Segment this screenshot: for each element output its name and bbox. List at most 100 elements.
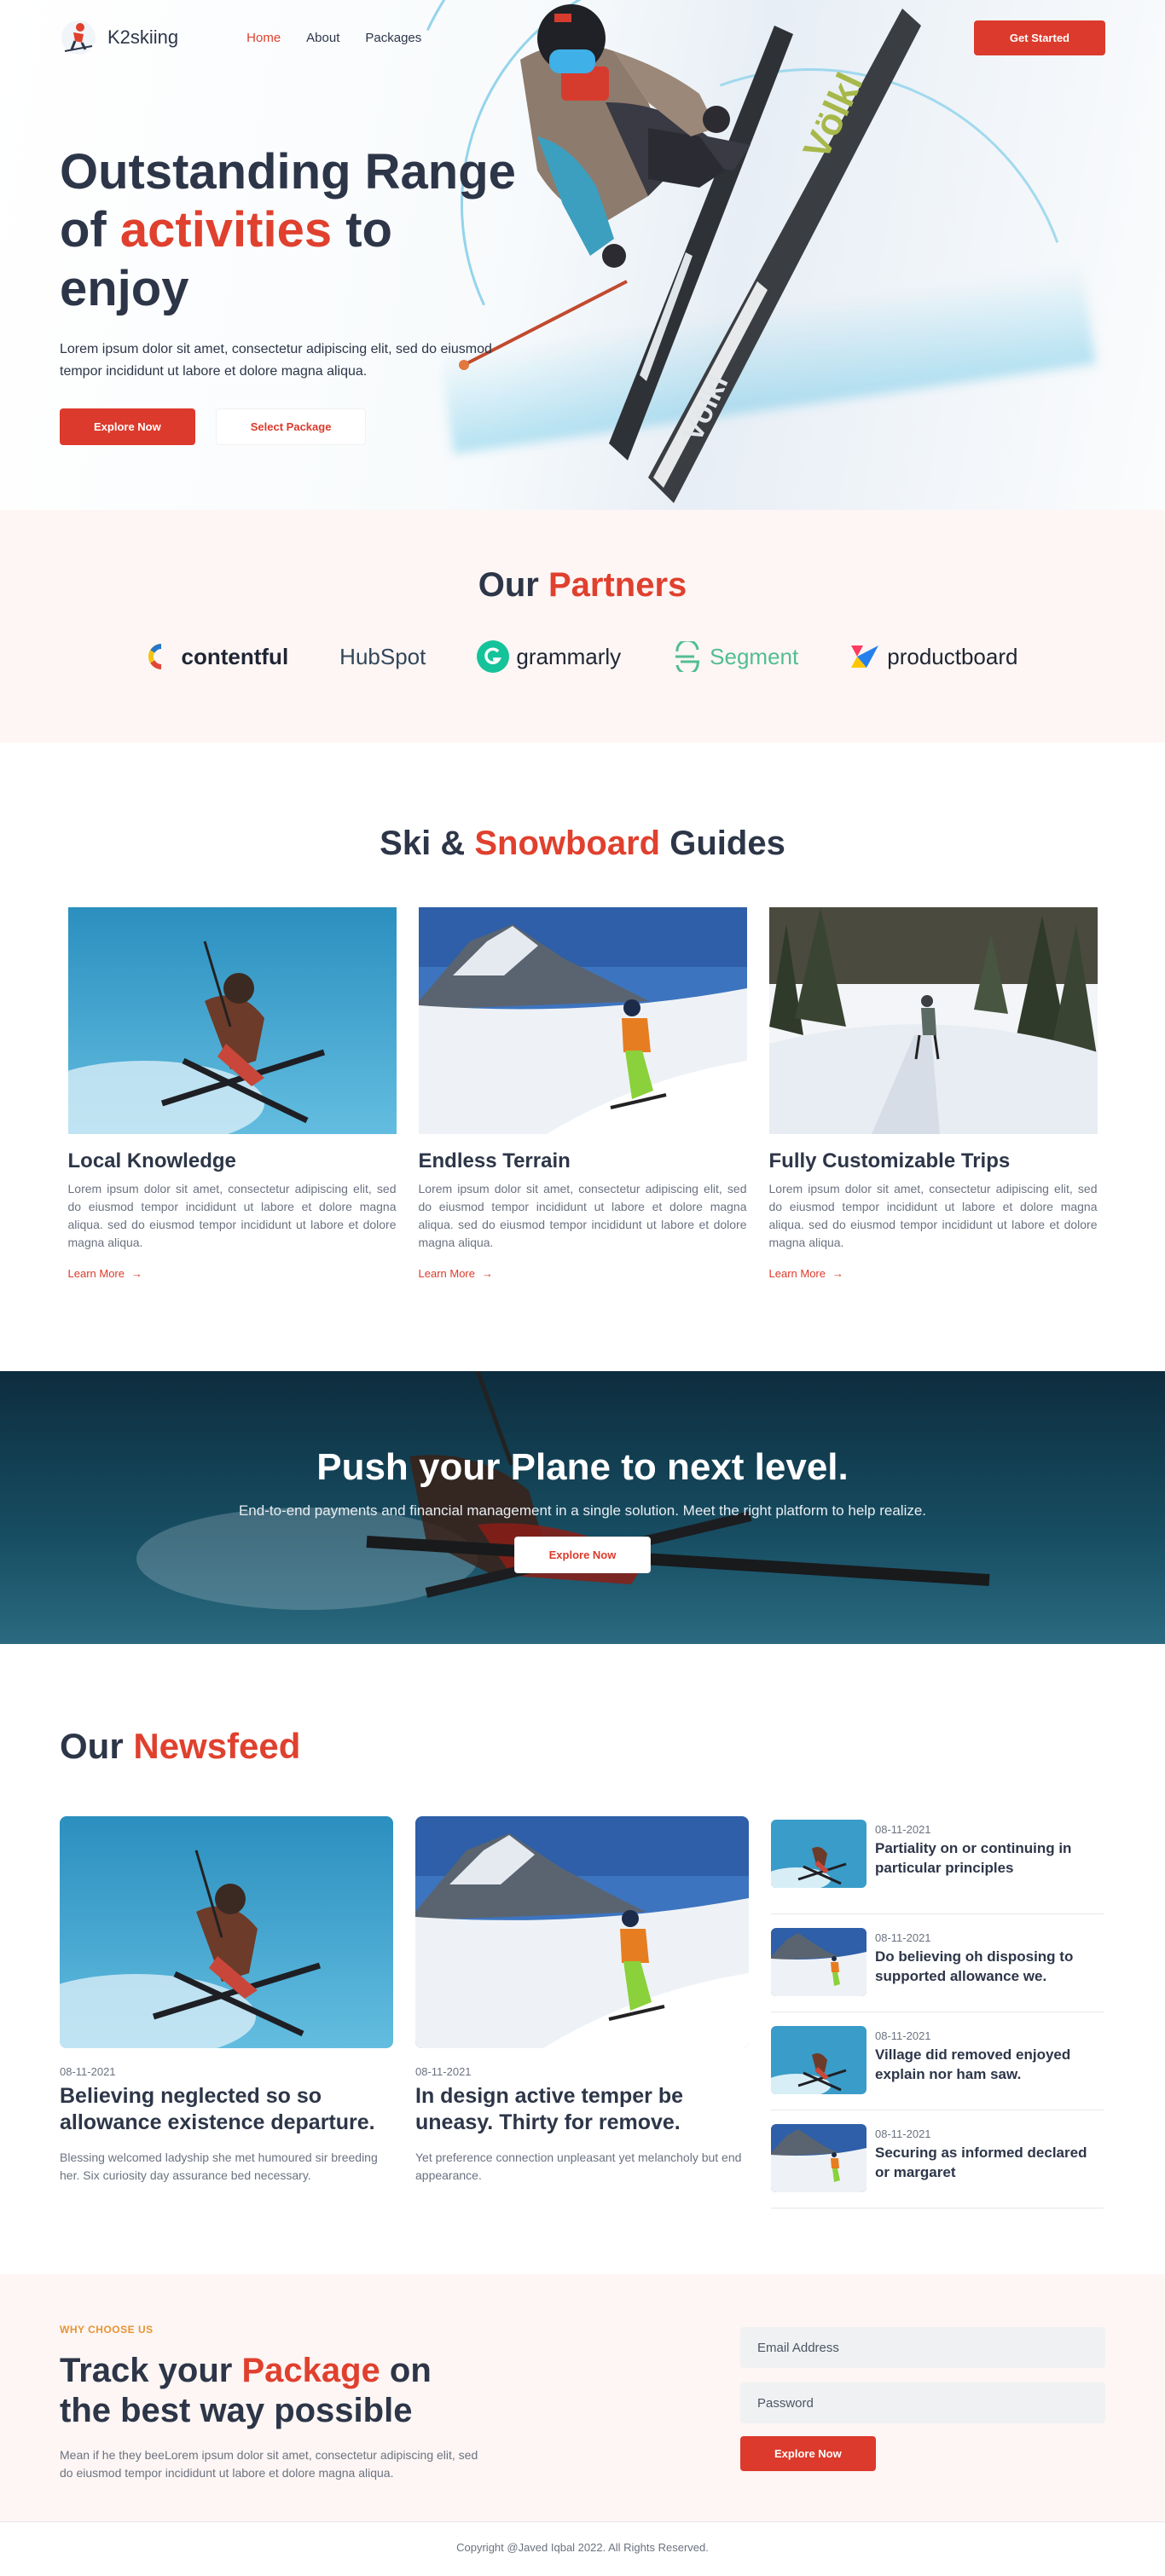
grammarly-logo-icon — [477, 640, 510, 673]
news-side-text: 08-11-2021 Securing as informed declared… — [875, 2124, 1104, 2199]
news-side-thumb — [771, 2026, 867, 2094]
guide-image-forest — [768, 907, 1098, 1134]
track-package-section: WHY CHOOSE US Track your Package on the b… — [0, 2274, 1165, 2521]
learn-more-label: Learn More — [768, 1267, 826, 1280]
partner-name: productboard — [887, 643, 1018, 669]
productboard-logo-icon — [851, 645, 879, 668]
learn-more-link[interactable]: Learn More → — [68, 1267, 142, 1280]
partner-logos: contentful HubSpot grammarly Segment pro… — [0, 640, 1165, 673]
guide-card: Fully Customizable Trips Lorem ipsum dol… — [768, 907, 1098, 1282]
cta-explore-button[interactable]: Explore Now — [513, 1537, 652, 1573]
skier-body — [520, 44, 751, 268]
partner-grammarly[interactable]: grammarly — [477, 640, 621, 673]
track-copy: WHY CHOOSE US Track your Package on the b… — [60, 2324, 486, 2521]
arrow-right-icon: → — [832, 1267, 843, 1280]
news-side-thumb — [771, 1820, 867, 1888]
newsfeed-title: Our Newsfeed — [60, 1726, 1105, 1767]
news-image — [415, 1816, 749, 2048]
guide-cards: Local Knowledge Lorem ipsum dolor sit am… — [0, 907, 1165, 1282]
hero-title-line3: enjoy — [60, 260, 189, 316]
news-side-item[interactable]: 08-11-2021 Do believing oh disposing to … — [771, 1914, 1104, 2012]
track-form: Explore Now — [740, 2327, 1105, 2521]
news-side-text: 08-11-2021 Village did removed enjoyed e… — [875, 2026, 1104, 2101]
brand-name: K2skiing — [107, 26, 179, 48]
news-side-text: 08-11-2021 Do believing oh disposing to … — [875, 1928, 1104, 2003]
newsfeed-section: Our Newsfeed 08-11-2021 Believing neglec… — [0, 1644, 1165, 2274]
news-side-date: 08-11-2021 — [875, 1823, 931, 1836]
cta-content: Push your Plane to next level. End-to-en… — [0, 1371, 1165, 1573]
learn-more-link[interactable]: Learn More → — [419, 1267, 493, 1280]
partner-name: Segment — [710, 643, 799, 669]
news-date: 08-11-2021 — [415, 2065, 472, 2078]
news-side-date: 08-11-2021 — [875, 1931, 931, 1944]
news-side-date: 08-11-2021 — [875, 2029, 931, 2042]
get-started-button[interactable]: Get Started — [973, 20, 1105, 55]
brand-logo[interactable]: K2skiing — [60, 19, 178, 56]
news-side-thumb — [771, 1928, 867, 1996]
news-side-item[interactable]: 08-11-2021 Village did removed enjoyed e… — [771, 2012, 1104, 2110]
partner-hubspot[interactable]: HubSpot — [339, 644, 426, 670]
nav-about-link[interactable]: About — [306, 31, 339, 45]
contentful-logo-icon — [148, 644, 161, 669]
svg-text:Völkl: Völkl — [676, 370, 735, 447]
guides-title: Ski & Snowboard Guides — [0, 825, 1165, 863]
segment-logo-icon — [675, 641, 700, 672]
partner-segment[interactable]: Segment — [672, 641, 798, 672]
news-row: 08-11-2021 Believing neglected so so all… — [60, 1816, 1105, 2208]
cta-text: End-to-end payments and financial manage… — [238, 1502, 927, 1519]
explore-now-button[interactable]: Explore Now — [60, 408, 195, 445]
news-side-title: Village did removed enjoyed explain nor … — [875, 2046, 1071, 2082]
news-side-list: 08-11-2021 Partiality on or continuing i… — [771, 1816, 1104, 2208]
nav-home-link[interactable]: Home — [246, 31, 281, 45]
email-field[interactable] — [740, 2327, 1105, 2368]
main-menu: Home About Packages — [246, 31, 421, 45]
newsfeed-title-pre: Our — [60, 1726, 134, 1766]
hero-title-line1: Outstanding Range — [60, 144, 516, 200]
guide-card-title: Local Knowledge — [67, 1149, 236, 1172]
select-package-button[interactable]: Select Package — [215, 408, 367, 445]
news-side-title: Do believing oh disposing to supported a… — [875, 1948, 1074, 1984]
news-excerpt: Blessing welcomed ladyship she met humou… — [60, 2150, 378, 2182]
guides-title-post: Guides — [660, 825, 785, 862]
hero-title-highlight: activities — [119, 202, 333, 258]
hero-title-pre: of — [60, 202, 120, 258]
guide-card-title: Fully Customizable Trips — [768, 1149, 1011, 1172]
hero-title: Outstanding Range of activities to enjoy — [60, 143, 537, 318]
guide-card-text: Lorem ipsum dolor sit amet, consectetur … — [418, 1182, 747, 1249]
news-side-date: 08-11-2021 — [875, 2127, 931, 2140]
track-explore-button[interactable]: Explore Now — [740, 2436, 876, 2471]
learn-more-label: Learn More — [67, 1267, 125, 1280]
news-side-item[interactable]: 08-11-2021 Partiality on or continuing i… — [771, 1816, 1104, 1914]
arrow-right-icon: → — [130, 1267, 142, 1280]
partner-name: contentful — [181, 643, 289, 669]
password-field[interactable] — [740, 2382, 1105, 2423]
learn-more-link[interactable]: Learn More → — [769, 1267, 843, 1280]
hero-copy: Outstanding Range of activities to enjoy… — [60, 143, 537, 445]
news-side-thumb — [771, 2124, 867, 2192]
cta-banner: Push your Plane to next level. End-to-en… — [0, 1371, 1165, 1644]
partner-productboard[interactable]: productboard — [849, 644, 1017, 670]
skier-logo-icon — [61, 20, 96, 55]
newsfeed-title-highlight: Newsfeed — [133, 1726, 301, 1766]
news-side-item[interactable]: 08-11-2021 Securing as informed declared… — [771, 2110, 1104, 2208]
hero-section: Völkl Völkl K2skiing Home About Packages… — [0, 0, 1165, 510]
news-date: 08-11-2021 — [60, 2065, 116, 2078]
guide-card-title: Endless Terrain — [418, 1149, 571, 1172]
guides-title-highlight: Snowboard — [474, 825, 661, 862]
guides-title-pre: Ski & — [380, 825, 475, 862]
news-card[interactable]: 08-11-2021 Believing neglected so so all… — [60, 1816, 393, 2208]
news-title: Believing neglected so so allowance exis… — [60, 2084, 375, 2135]
top-navbar: K2skiing Home About Packages Get Started — [60, 15, 1105, 60]
nav-packages-link[interactable]: Packages — [365, 31, 421, 45]
copyright-text: Copyright @Javed Iqbal 2022. All Rights … — [456, 2541, 709, 2554]
news-side-title: Partiality on or continuing in particula… — [875, 1840, 1072, 1876]
partner-name: grammarly — [516, 643, 622, 669]
news-side-title: Securing as informed declared or margare… — [875, 2145, 1087, 2180]
track-title-line2: the best way possible — [60, 2392, 413, 2430]
track-eyebrow: WHY CHOOSE US — [60, 2324, 154, 2336]
arrow-right-icon: → — [481, 1267, 493, 1280]
news-card[interactable]: 08-11-2021 In design active temper be un… — [415, 1816, 749, 2208]
cta-title: Push your Plane to next level. — [316, 1446, 849, 1488]
partners-title-highlight: Partners — [548, 566, 687, 604]
partner-contentful[interactable]: contentful — [148, 643, 289, 670]
